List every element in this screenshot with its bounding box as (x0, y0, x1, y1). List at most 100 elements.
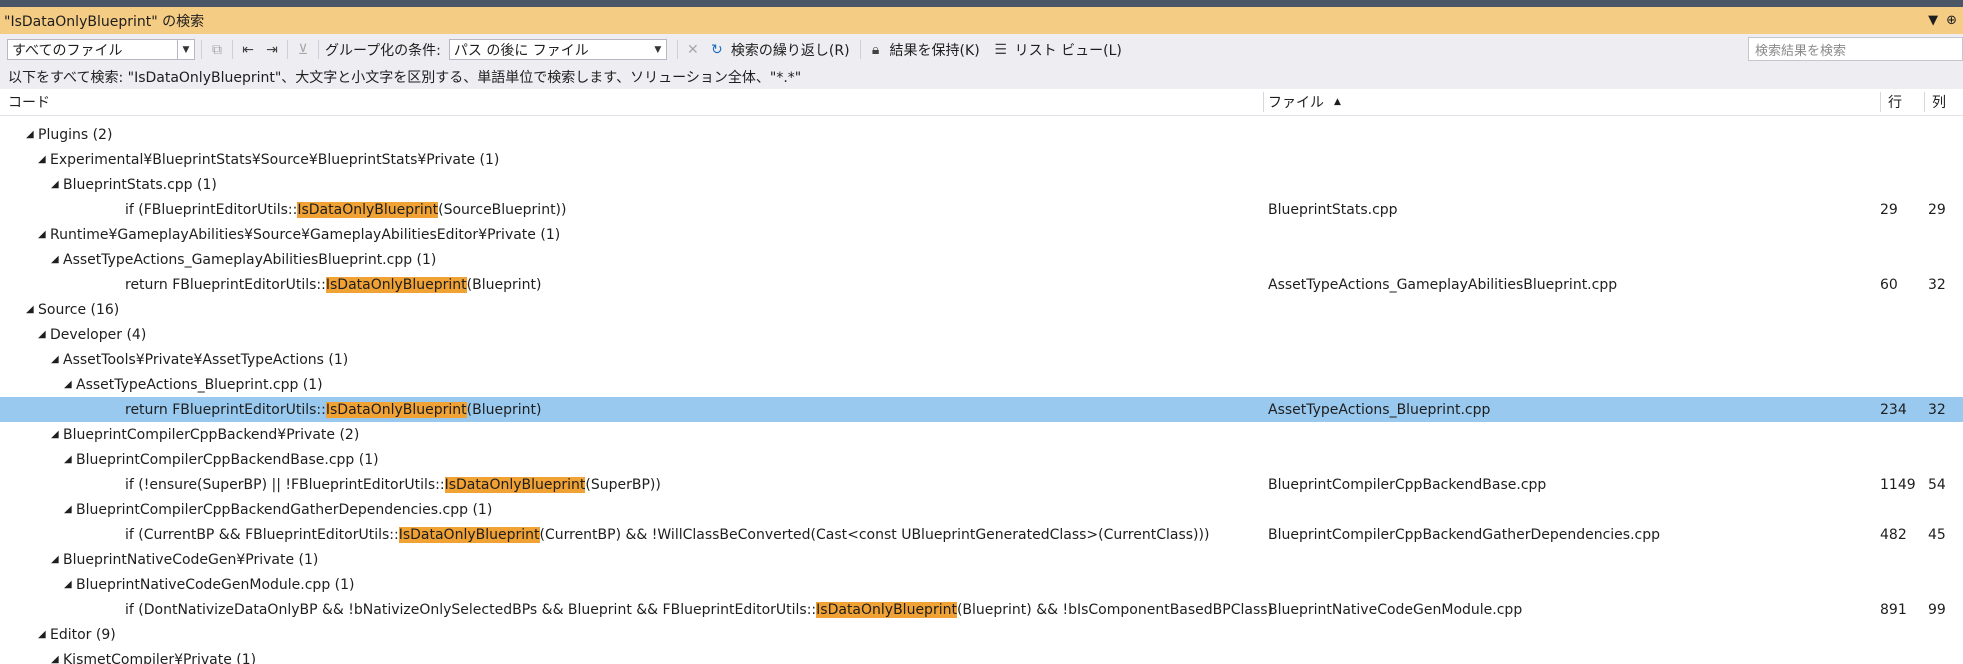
col-cell: 99 (1928, 601, 1946, 618)
column-divider[interactable] (1924, 92, 1925, 112)
file-cell: AssetTypeActions_Blueprint.cpp (1268, 401, 1491, 418)
tree-group-row[interactable]: ◢ AssetTypeActions_Blueprint.cpp (1) (0, 372, 1963, 397)
group-by-select[interactable]: パス の後に ファイル ▼ (448, 39, 667, 60)
expand-triangle-icon[interactable]: ◢ (51, 179, 63, 190)
pin-icon[interactable]: ⊕ (1946, 13, 1957, 28)
stop-search-icon[interactable]: ✕ (684, 41, 702, 59)
tree-group-row[interactable]: ◢ BlueprintNativeCodeGenModule.cpp (1) (0, 572, 1963, 597)
tree-group-row[interactable]: ◢ AssetTypeActions_GameplayAbilitiesBluep… (0, 247, 1963, 272)
window-top-strip (0, 0, 1963, 7)
sort-ascending-icon: ▲ (1334, 97, 1341, 107)
code-cell: ◢ BlueprintCompilerCppBackendGatherDepend… (64, 497, 492, 522)
file-cell: BlueprintCompilerCppBackendBase.cpp (1268, 476, 1547, 493)
col-cell: 54 (1928, 476, 1946, 493)
code-cell: if (DontNativizeDataOnlyBP && !bNativize… (125, 597, 1273, 622)
column-divider[interactable] (1880, 92, 1881, 112)
tree-group-row[interactable]: ◢ Source (16) (0, 297, 1963, 322)
search-results-input[interactable]: 検索結果を検索 (1748, 37, 1963, 61)
result-row[interactable]: if (!ensure(SuperBP) || !FBlueprintEdito… (0, 472, 1963, 497)
expand-triangle-icon[interactable]: ◢ (51, 554, 63, 565)
tree-group-row[interactable]: ◢ Developer (4) (0, 322, 1963, 347)
code-cell: ◢ BlueprintCompilerCppBackendBase.cpp (1) (64, 447, 379, 472)
expand-triangle-icon[interactable]: ◢ (26, 129, 38, 140)
collapse-all-icon[interactable]: ⇤ (239, 41, 257, 59)
clear-filter-icon[interactable]: ⊻ (294, 41, 312, 59)
copy-icon[interactable]: ⧉ (208, 41, 226, 59)
scope-select[interactable]: すべてのファイル ▼ (7, 39, 195, 60)
result-row[interactable]: if (DontNativizeDataOnlyBP && !bNativize… (0, 597, 1963, 622)
line-column-header[interactable]: 行 (1888, 89, 1902, 115)
tree-group-row[interactable]: ◢ Runtime¥GameplayAbilities¥Source¥Gamepl… (0, 222, 1963, 247)
expand-triangle-icon[interactable]: ◢ (64, 579, 76, 590)
expand-triangle-icon[interactable]: ◢ (38, 229, 50, 240)
column-header: コード ファイル ▲ 行 列 (0, 89, 1963, 116)
group-label: BlueprintCompilerCppBackendGatherDepende… (76, 501, 493, 518)
toolbar-separator (232, 40, 233, 59)
tree-group-row[interactable]: ◢ Plugins (2) (0, 122, 1963, 147)
code-cell: ◢ Runtime¥GameplayAbilities¥Source¥Gamepl… (38, 222, 560, 247)
result-row[interactable]: if (FBlueprintEditorUtils:: IsDataOnlyBlu… (0, 197, 1963, 222)
file-cell: BlueprintNativeCodeGenModule.cpp (1268, 601, 1523, 618)
tree-group-row[interactable]: ◢ BlueprintCompilerCppBackendGatherDepend… (0, 497, 1963, 522)
code-cell: ◢ Experimental¥BlueprintStats¥Source¥Blue… (38, 147, 499, 172)
group-label: BlueprintNativeCodeGenModule.cpp (1) (76, 576, 355, 593)
expand-triangle-icon[interactable]: ◢ (51, 429, 63, 440)
list-view-button[interactable]: ☰ リスト ビュー(L) (992, 40, 1121, 60)
keep-results-button[interactable]: 🔒︎ 結果を保持(K) (867, 40, 980, 60)
tree-group-row[interactable]: ◢ BlueprintStats.cpp (1) (0, 172, 1963, 197)
code-cell: if (FBlueprintEditorUtils:: IsDataOnlyBlu… (125, 197, 567, 222)
expand-triangle-icon[interactable]: ◢ (38, 629, 50, 640)
code-cell: ◢ AssetTools¥Private¥AssetTypeActions (1) (51, 347, 348, 372)
results-toolbar: すべてのファイル ▼ ⧉ ⇤ ⇥ ⊻ グループ化の条件: パス の後に ファイル… (0, 34, 1963, 65)
expand-triangle-icon[interactable]: ◢ (38, 329, 50, 340)
tree-group-row[interactable]: ◢ Editor (9) (0, 622, 1963, 647)
group-by-select-value: パス の後に ファイル (453, 42, 589, 59)
group-label: BlueprintNativeCodeGen¥Private (1) (63, 551, 319, 568)
code-suffix: (Blueprint) (466, 401, 542, 418)
tree-group-row[interactable]: ◢ KismetCompiler¥Private (1) (0, 647, 1963, 664)
code-suffix: (SuperBP)) (585, 476, 661, 493)
expand-triangle-icon[interactable]: ◢ (26, 304, 38, 315)
tree-group-row[interactable]: ◢ BlueprintCompilerCppBackend¥Private (2) (0, 422, 1963, 447)
chevron-down-icon[interactable]: ▼ (177, 40, 194, 59)
chevron-down-icon[interactable]: ▼ (650, 40, 666, 59)
expand-all-icon[interactable]: ⇥ (263, 41, 281, 59)
code-cell: ◢ BlueprintNativeCodeGen¥Private (1) (51, 547, 318, 572)
col-column-header[interactable]: 列 (1932, 89, 1946, 115)
expand-triangle-icon[interactable]: ◢ (51, 354, 63, 365)
expand-triangle-icon[interactable]: ◢ (38, 154, 50, 165)
tree-group-row[interactable]: ◢ AssetTools¥Private¥AssetTypeActions (1) (0, 347, 1963, 372)
col-cell: 45 (1928, 526, 1946, 543)
tree-group-row[interactable]: ◢ Experimental¥BlueprintStats¥Source¥Blue… (0, 147, 1963, 172)
tree-group-row[interactable]: ◢ BlueprintNativeCodeGen¥Private (1) (0, 547, 1963, 572)
expand-triangle-icon[interactable]: ◢ (64, 454, 76, 465)
file-column-header[interactable]: ファイル ▲ (1268, 89, 1341, 115)
window-options-icon[interactable]: ▼ (1928, 13, 1938, 28)
line-cell: 1149 (1880, 476, 1916, 493)
expand-triangle-icon[interactable]: ◢ (64, 504, 76, 515)
group-label: AssetTypeActions_Blueprint.cpp (1) (76, 376, 323, 393)
expand-triangle-icon[interactable]: ◢ (64, 379, 76, 390)
refresh-icon: ↻ (711, 41, 723, 58)
code-cell: if (!ensure(SuperBP) || !FBlueprintEdito… (125, 472, 661, 497)
code-cell: ◢ BlueprintStats.cpp (1) (51, 172, 217, 197)
result-row[interactable]: return FBlueprintEditorUtils:: IsDataOnly… (0, 397, 1963, 422)
toolbar-separator (676, 40, 678, 59)
code-suffix: (CurrentBP) && !WillClassBeConverted(Cas… (539, 526, 1210, 543)
expand-triangle-icon[interactable]: ◢ (51, 654, 63, 664)
group-label: AssetTypeActions_GameplayAbilitiesBluepr… (63, 251, 437, 268)
result-row[interactable]: return FBlueprintEditorUtils:: IsDataOnly… (0, 272, 1963, 297)
code-prefix: if (!ensure(SuperBP) || !FBlueprintEdito… (125, 476, 445, 493)
code-column-header[interactable]: コード (8, 89, 50, 115)
column-divider[interactable] (1263, 92, 1264, 112)
line-cell: 29 (1880, 201, 1898, 218)
tree-group-row[interactable]: ◢ BlueprintCompilerCppBackendBase.cpp (1) (0, 447, 1963, 472)
group-label: KismetCompiler¥Private (1) (63, 651, 257, 664)
find-results-titlebar: "IsDataOnlyBlueprint" の検索 ▼ ⊕ (0, 7, 1963, 34)
repeat-search-button[interactable]: ↻ 検索の繰り返し(R) (708, 40, 850, 60)
group-label: Plugins (2) (38, 126, 113, 143)
expand-triangle-icon[interactable]: ◢ (51, 254, 63, 265)
group-label: Source (16) (38, 301, 120, 318)
result-row[interactable]: if (CurrentBP && FBlueprintEditorUtils::… (0, 522, 1963, 547)
code-suffix: (Blueprint) (466, 276, 542, 293)
